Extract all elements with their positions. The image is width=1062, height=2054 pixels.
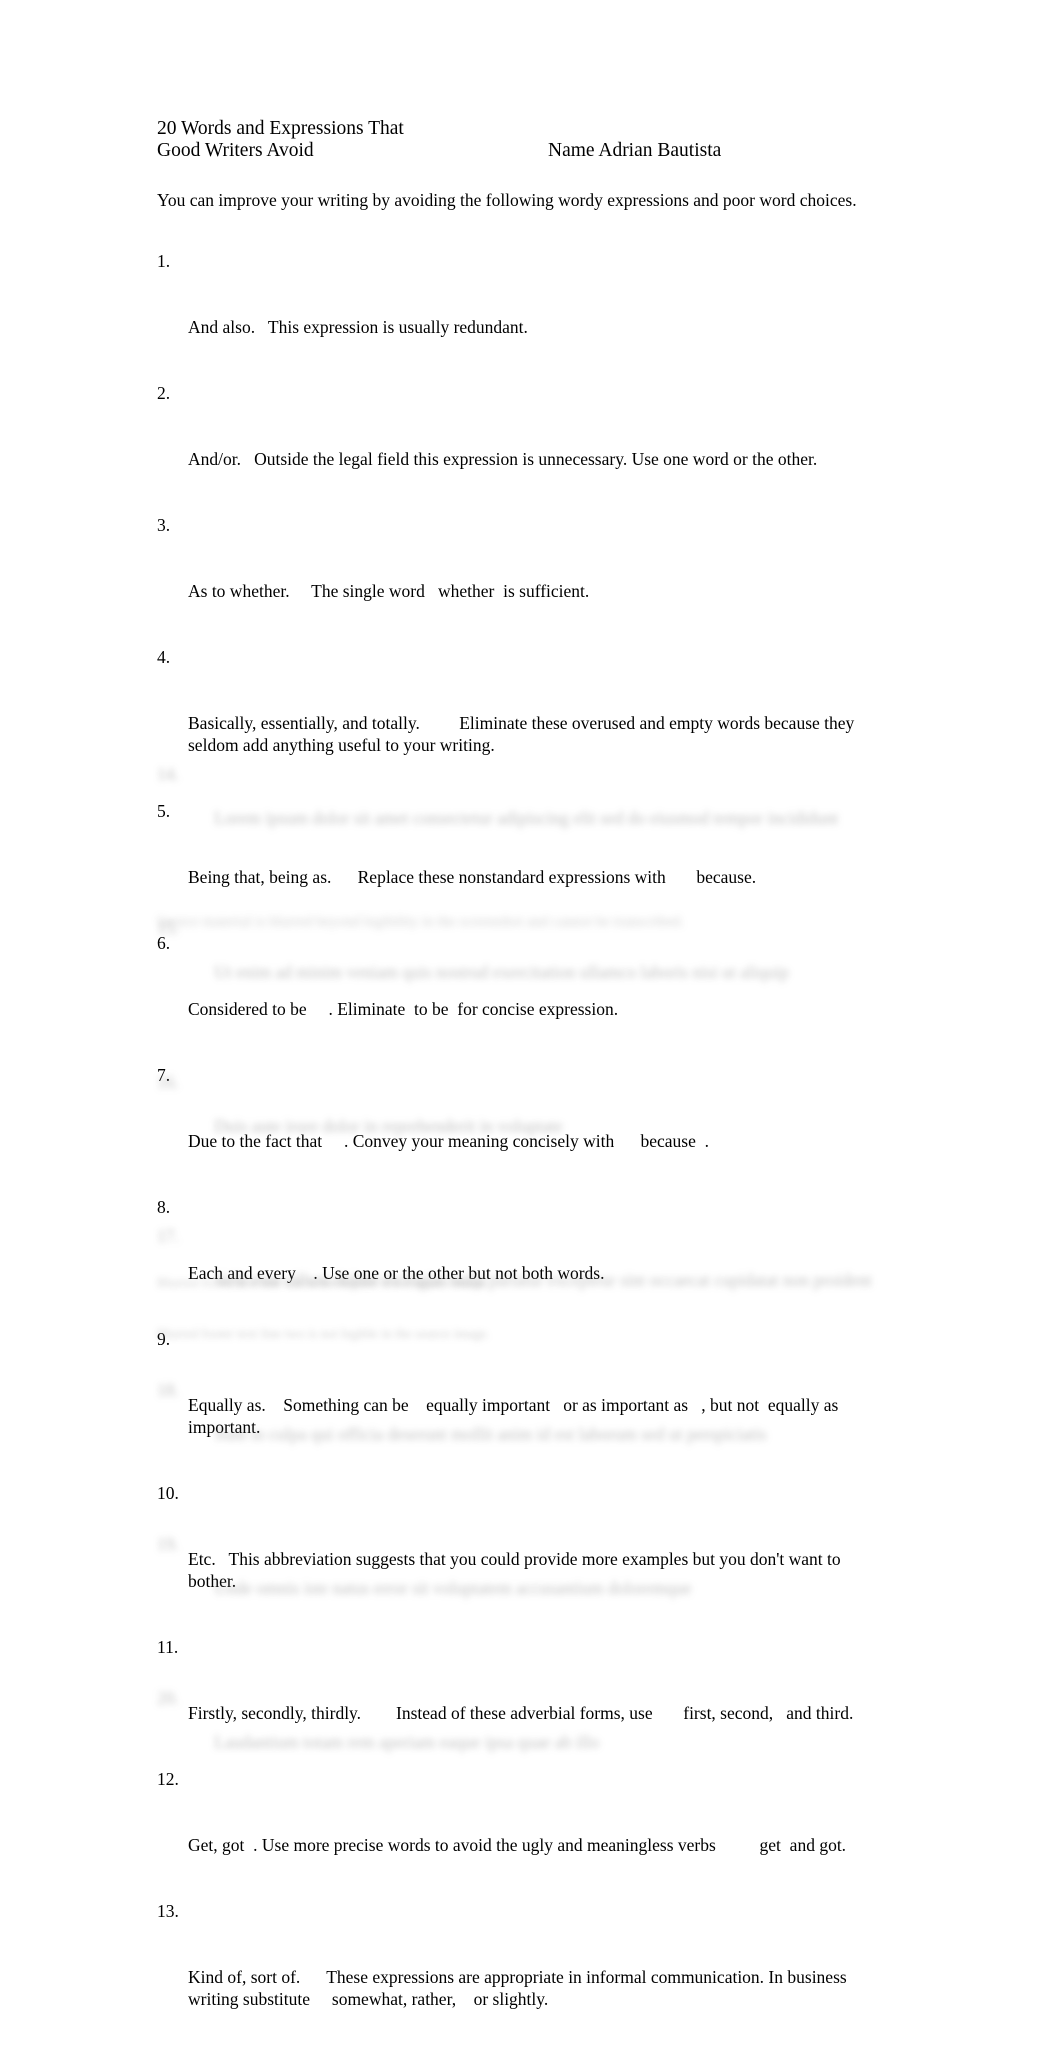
document-page: 20 Words and Expressions That Good Write… <box>0 0 1062 2009</box>
list-item-number: 1. <box>157 251 171 271</box>
list-item-number: 5. <box>157 801 171 821</box>
list-item-number: 6. <box>157 933 171 953</box>
list-item-number: 9. <box>157 1329 171 1349</box>
numbered-list: 1. And also. This expression is usually … <box>157 250 893 2054</box>
list-item-text: Kind of, sort of. These expressions are … <box>188 1967 852 2009</box>
list-item-number: 13. <box>157 1901 179 1921</box>
list-item-number: 11. <box>157 1637 179 1657</box>
list-item-number: 3. <box>157 515 171 535</box>
list-item-text: Equally as. Something can be equally imp… <box>188 1395 843 1437</box>
list-item-number: 12. <box>157 1769 179 1789</box>
list-item: 5. Being that, being as. Replace these n… <box>157 800 893 932</box>
document-header: 20 Words and Expressions That Good Write… <box>157 118 917 161</box>
list-item: 10. Etc. This abbreviation suggests that… <box>157 1482 893 1636</box>
list-item: 12. Get, got . Use more precise words to… <box>157 1768 893 1900</box>
list-item-text: Basically, essentially, and totally. Eli… <box>188 713 859 755</box>
list-item-text: Get, got . Use more precise words to avo… <box>188 1835 847 1855</box>
list-item: 7. Due to the fact that . Convey your me… <box>157 1064 893 1196</box>
list-item-number: 2. <box>157 383 171 403</box>
list-item: 3. As to whether. The single word whethe… <box>157 514 893 646</box>
list-item-text: Due to the fact that . Convey your meani… <box>188 1131 709 1151</box>
title-line-2: Good Writers Avoid <box>157 139 314 161</box>
list-item-text: Considered to be . Eliminate to be for c… <box>188 999 619 1019</box>
list-item: 6. Considered to be . Eliminate to be fo… <box>157 932 893 1064</box>
list-item-text: And/or. Outside the legal field this exp… <box>188 449 818 469</box>
list-item-text: Firstly, secondly, thirdly. Instead of t… <box>188 1703 854 1723</box>
list-item: 1. And also. This expression is usually … <box>157 250 893 382</box>
list-item: 2. And/or. Outside the legal field this … <box>157 382 893 514</box>
list-item: 9. Equally as. Something can be equally … <box>157 1328 893 1482</box>
list-item: 8. Each and every . Use one or the other… <box>157 1196 893 1328</box>
list-item-text: Etc. This abbreviation suggests that you… <box>188 1549 846 1591</box>
list-item-number: 7. <box>157 1065 171 1085</box>
list-item-number: 8. <box>157 1197 171 1217</box>
title-line-1: 20 Words and Expressions That <box>157 118 404 139</box>
list-item: 4. Basically, essentially, and totally. … <box>157 646 893 800</box>
list-item-text: As to whether. The single word whether i… <box>188 581 590 601</box>
list-item-text: Being that, being as. Replace these nons… <box>188 867 757 887</box>
page-title: 20 Words and Expressions That Good Write… <box>157 118 547 161</box>
intro-paragraph: You can improve your writing by avoiding… <box>157 190 857 210</box>
list-item-number: 10. <box>157 1483 179 1503</box>
list-item: 11. Firstly, secondly, thirdly. Instead … <box>157 1636 893 1768</box>
list-item-text: Each and every . Use one or the other bu… <box>188 1263 605 1283</box>
list-item-number: 4. <box>157 647 171 667</box>
list-item: 13. Kind of, sort of. These expressions … <box>157 1900 893 2054</box>
name-field: Name Adrian Bautista <box>548 140 722 161</box>
list-item-text: And also. This expression is usually red… <box>188 317 528 337</box>
